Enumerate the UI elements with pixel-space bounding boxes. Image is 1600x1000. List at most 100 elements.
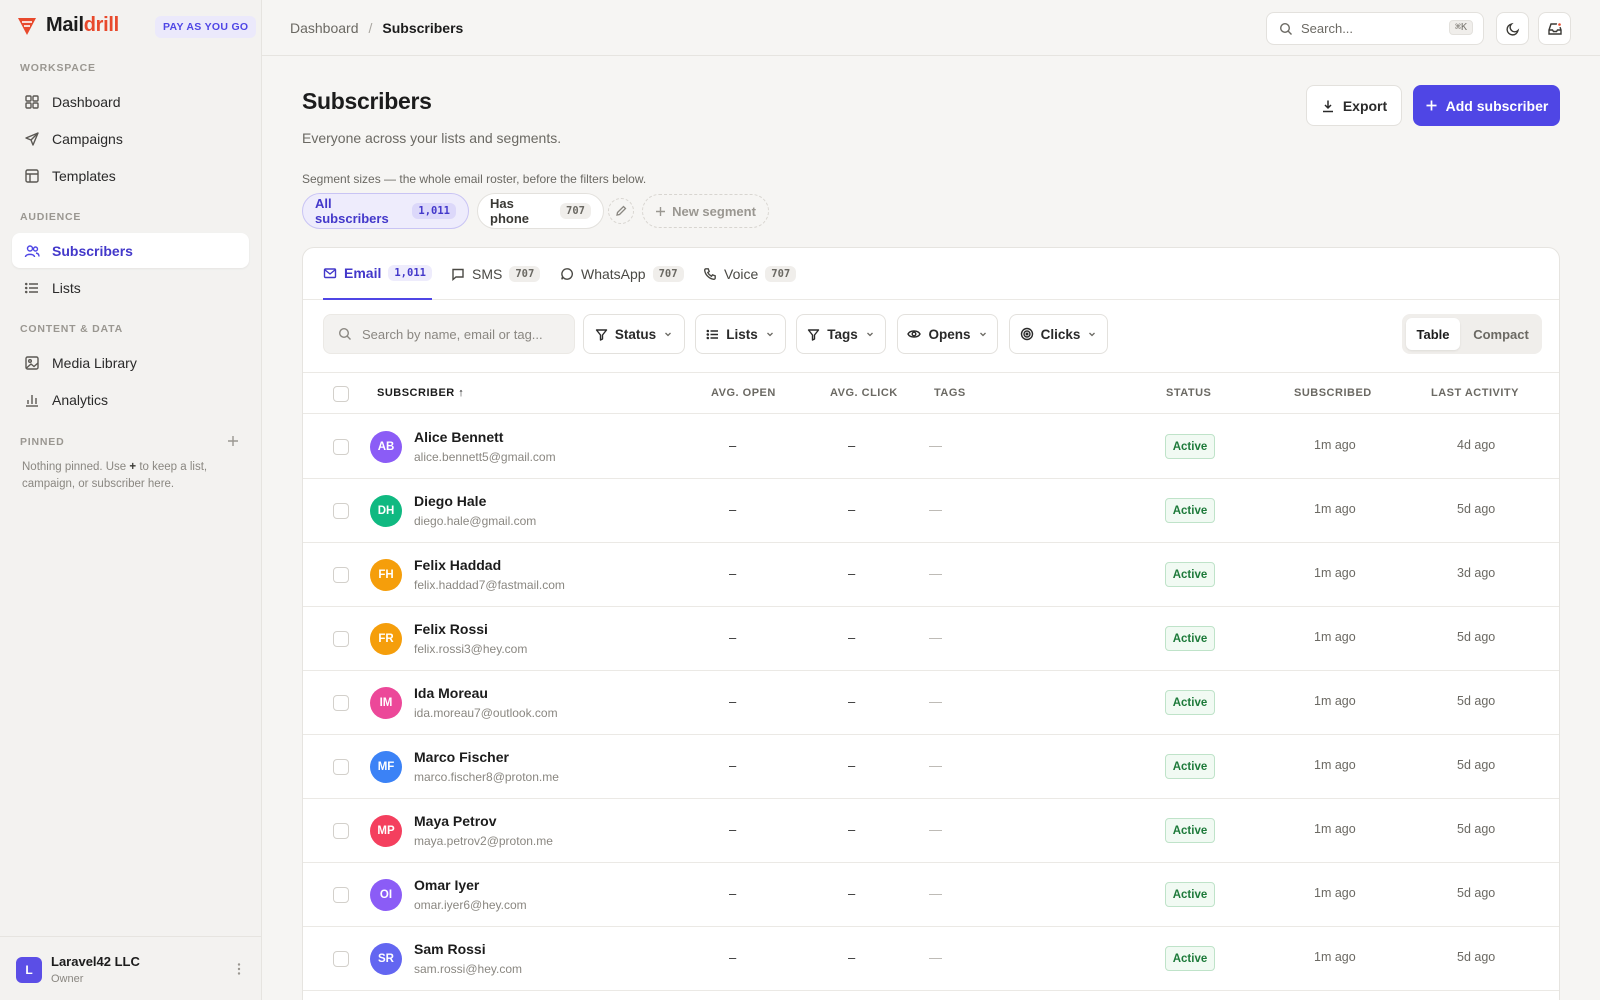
segment-has-phone[interactable]: Has phone 707 <box>477 193 604 229</box>
new-segment-button[interactable]: New segment <box>642 194 769 228</box>
tags-value: — <box>929 630 942 645</box>
subscriber-name[interactable]: Diego Hale <box>414 493 486 509</box>
table-row[interactable]: DH Diego Hale diego.hale@gmail.com – – — Activ… <box>303 479 1559 543</box>
column-tags[interactable]: TAGS <box>934 387 966 399</box>
row-checkbox[interactable] <box>333 439 349 455</box>
tab-sms[interactable]: SMS 707 <box>451 248 541 300</box>
breadcrumb-current: Subscribers <box>382 20 464 36</box>
global-search-input[interactable]: Search... ⌘K <box>1266 12 1484 45</box>
search-icon <box>338 327 352 341</box>
sidebar-item-lists[interactable]: Lists <box>12 270 249 305</box>
table-row[interactable]: MP Maya Petrov maya.petrov2@proton.me – – — Ac… <box>303 799 1559 863</box>
more-vertical-icon[interactable] <box>232 962 246 976</box>
edit-segments-button[interactable] <box>608 198 634 224</box>
row-checkbox[interactable] <box>333 695 349 711</box>
subscriber-name[interactable]: Omar Iyer <box>414 877 479 893</box>
sidebar-item-dashboard[interactable]: Dashboard <box>12 84 249 119</box>
row-checkbox[interactable] <box>333 503 349 519</box>
filter-icon <box>807 328 820 341</box>
row-checkbox[interactable] <box>333 759 349 775</box>
sidebar: Maildrill PAY AS YOU GO WORKSPACE Dashbo… <box>0 0 262 1000</box>
subscriber-name[interactable]: Felix Rossi <box>414 621 488 637</box>
target-icon <box>1020 327 1034 341</box>
filter-lists-button[interactable]: Lists <box>695 314 786 354</box>
row-checkbox[interactable] <box>333 887 349 903</box>
filter-clicks-button[interactable]: Clicks <box>1009 314 1108 354</box>
row-checkbox[interactable] <box>333 631 349 647</box>
table-row[interactable]: OI Omar Iyer omar.iyer6@hey.com – – — Active 1m… <box>303 863 1559 927</box>
pencil-icon <box>615 205 627 217</box>
filter-icon <box>595 328 608 341</box>
org-switcher[interactable]: L Laravel42 LLC Owner <box>0 936 262 1000</box>
view-table-button[interactable]: Table <box>1406 318 1460 350</box>
tab-count: 707 <box>765 266 797 282</box>
table-row[interactable]: SR Sam Rossi sam.rossi@hey.com – – — Active 1m … <box>303 927 1559 991</box>
chevron-down-icon <box>978 329 988 339</box>
image-icon <box>24 355 40 371</box>
plus-icon[interactable] <box>226 434 240 448</box>
add-subscriber-button[interactable]: Add subscriber <box>1413 85 1560 126</box>
column-status[interactable]: STATUS <box>1166 387 1211 399</box>
subscriber-name[interactable]: Maya Petrov <box>414 813 496 829</box>
eye-icon <box>907 327 922 341</box>
subscribed-value: 1m ago <box>1314 950 1356 964</box>
select-all-checkbox[interactable] <box>333 386 349 402</box>
segment-all-subscribers[interactable]: All subscribers 1,011 <box>302 193 469 229</box>
brand[interactable]: Maildrill <box>16 14 119 37</box>
filter-status-button[interactable]: Status <box>583 314 685 354</box>
tab-label: Voice <box>724 266 759 282</box>
subscriber-name[interactable]: Sam Rossi <box>414 941 486 957</box>
sidebar-item-campaigns[interactable]: Campaigns <box>12 121 249 156</box>
tab-whatsapp[interactable]: WhatsApp 707 <box>560 248 684 300</box>
row-checkbox[interactable] <box>333 951 349 967</box>
subscriber-email: maya.petrov2@proton.me <box>414 834 553 848</box>
sidebar-item-templates[interactable]: Templates <box>12 158 249 193</box>
tab-voice[interactable]: Voice 707 <box>703 248 797 300</box>
view-compact-button[interactable]: Compact <box>1464 318 1538 350</box>
column-subscribed[interactable]: SUBSCRIBED <box>1294 387 1372 399</box>
new-segment-label: New segment <box>672 203 756 219</box>
column-avg-click[interactable]: AVG. CLICK <box>830 387 898 399</box>
brand-name-part1: Mail <box>46 14 84 36</box>
subscriber-email: felix.rossi3@hey.com <box>414 642 528 656</box>
tags-value: — <box>929 502 942 517</box>
segment-count: 1,011 <box>412 203 456 219</box>
table-row[interactable]: FR Felix Rossi felix.rossi3@hey.com – – — Acti… <box>303 607 1559 671</box>
tab-email[interactable]: Email 1,011 <box>323 248 432 300</box>
breadcrumb-dashboard[interactable]: Dashboard <box>290 20 359 36</box>
row-checkbox[interactable] <box>333 823 349 839</box>
inbox-button[interactable] <box>1538 12 1571 45</box>
sidebar-item-media-library[interactable]: Media Library <box>12 345 249 380</box>
avg-click-value: – <box>848 950 856 965</box>
sidebar-item-analytics[interactable]: Analytics <box>12 382 249 417</box>
channel-tabs: Email 1,011 SMS 707 WhatsApp 707 Voice 7… <box>303 248 1559 300</box>
table-row[interactable]: MF Marco Fischer marco.fischer8@proton.me –… <box>303 735 1559 799</box>
subscriber-name[interactable]: Alice Bennett <box>414 429 503 445</box>
subscriber-name[interactable]: Marco Fischer <box>414 749 509 765</box>
row-checkbox[interactable] <box>333 567 349 583</box>
segment-note: Segment sizes — the whole email roster, … <box>302 172 647 186</box>
table-row[interactable]: FH Felix Haddad felix.haddad7@fastmail.com… <box>303 543 1559 607</box>
table-row[interactable]: AB Alice Bennett alice.bennett5@gmail.com –… <box>303 415 1559 479</box>
subscriber-search-input[interactable]: Search by name, email or tag... <box>323 314 575 354</box>
column-avg-open[interactable]: AVG. OPEN <box>711 387 776 399</box>
filter-tags-button[interactable]: Tags <box>796 314 886 354</box>
column-subscriber[interactable]: SUBSCRIBER ↑ <box>377 387 464 399</box>
filter-opens-button[interactable]: Opens <box>897 314 998 354</box>
table-row[interactable]: IM Ida Moreau ida.moreau7@outlook.com – – — Ac… <box>303 671 1559 735</box>
export-button[interactable]: Export <box>1306 85 1402 126</box>
phone-icon <box>703 267 717 281</box>
sidebar-item-subscribers[interactable]: Subscribers <box>12 233 249 268</box>
avatar: SR <box>370 943 402 975</box>
avg-open-value: – <box>729 758 737 773</box>
chevron-down-icon <box>1087 329 1097 339</box>
column-last-activity[interactable]: LAST ACTIVITY <box>1431 387 1519 399</box>
filter-label: Lists <box>726 326 758 342</box>
last-activity-value: 5d ago <box>1457 694 1496 708</box>
theme-toggle-button[interactable] <box>1496 12 1529 45</box>
plan-badge[interactable]: PAY AS YOU GO <box>155 16 257 38</box>
subscriber-name[interactable]: Ida Moreau <box>414 685 488 701</box>
avg-open-value: – <box>729 822 737 837</box>
subscriber-name[interactable]: Felix Haddad <box>414 557 501 573</box>
status-badge: Active <box>1165 946 1215 971</box>
